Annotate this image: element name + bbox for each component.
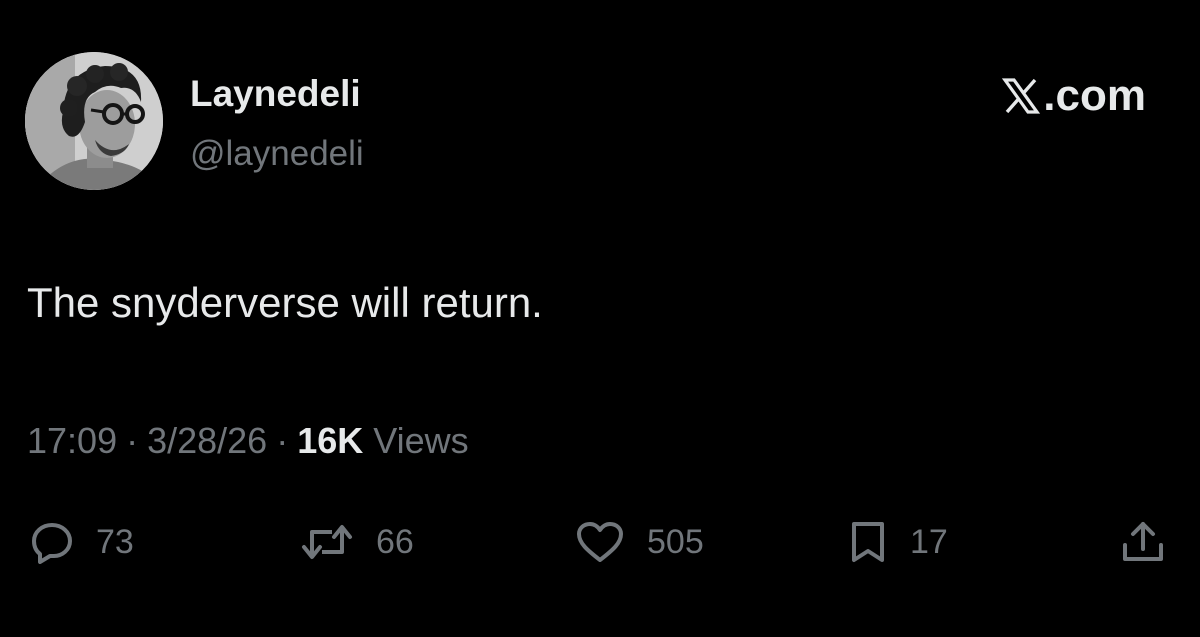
- repost-icon: [302, 525, 352, 559]
- avatar[interactable]: [25, 52, 163, 190]
- heart-icon: [577, 522, 623, 562]
- views-count: 16K: [297, 420, 364, 461]
- repost-button[interactable]: 66: [300, 512, 414, 572]
- tweet-meta: 17:09 · 3/28/26 · 16K Views: [27, 416, 469, 466]
- repost-count: 66: [376, 522, 414, 561]
- reply-button[interactable]: 73: [30, 512, 134, 572]
- reply-icon: [32, 523, 72, 564]
- user-handle[interactable]: @laynedeli: [190, 131, 364, 177]
- bookmark-icon: [852, 522, 884, 562]
- tweet-time[interactable]: 17:09: [27, 416, 117, 466]
- like-count: 505: [647, 522, 704, 561]
- views-label: Views: [373, 420, 469, 461]
- bookmark-count: 17: [910, 522, 948, 561]
- x-logo-icon: [1002, 78, 1041, 114]
- reply-count: 73: [96, 522, 134, 561]
- brand-label: .com: [1043, 71, 1146, 120]
- meta-separator: ·: [126, 420, 139, 461]
- share-icon: [1123, 522, 1163, 561]
- tweet-date[interactable]: 3/28/26: [147, 416, 267, 466]
- action-bar: 73 66 505 17: [0, 512, 1200, 572]
- bookmark-button[interactable]: 17: [848, 512, 948, 572]
- avatar-image: [25, 52, 163, 190]
- brand-link[interactable]: .com: [1001, 68, 1146, 124]
- tweet-text: The snyderverse will return.: [27, 279, 543, 326]
- display-name[interactable]: Laynedeli: [190, 70, 361, 118]
- like-button[interactable]: 505: [575, 512, 704, 572]
- meta-separator: ·: [276, 420, 289, 461]
- share-button[interactable]: [1120, 512, 1166, 572]
